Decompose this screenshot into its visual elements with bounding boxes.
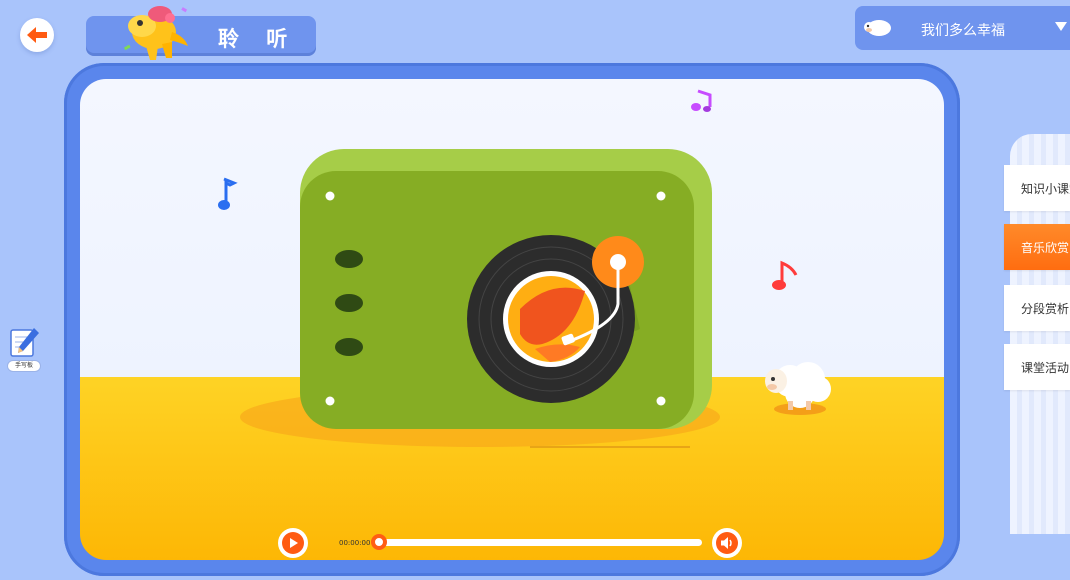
page-title: 聆 听	[218, 27, 298, 51]
side-item-knowledge[interactable]: 知识小课堂	[1004, 165, 1070, 211]
screw	[325, 396, 335, 406]
progress-handle[interactable]	[371, 534, 387, 550]
handwriting-pad-label: 手写板	[7, 360, 41, 372]
side-item-appreciation[interactable]: 音乐欣赏	[1004, 224, 1070, 270]
knob	[335, 338, 363, 356]
stage-frame: 00:00:00	[64, 63, 960, 576]
song-select-dropdown[interactable]: 我们多么幸福	[855, 6, 1070, 50]
play-button[interactable]	[278, 528, 308, 558]
side-item-section-analysis[interactable]: 分段赏析	[1004, 285, 1070, 331]
side-item-label: 分段赏析	[1021, 301, 1070, 316]
handwriting-pad-button[interactable]: 手写板	[6, 324, 42, 374]
record-player-scene	[218, 89, 831, 448]
screw	[325, 191, 335, 201]
sheep-icon	[765, 362, 831, 415]
back-arrow-icon	[27, 27, 47, 43]
pencil-pad-icon	[10, 328, 39, 357]
stage: 00:00:00	[80, 79, 944, 560]
current-time: 00:00:00	[339, 539, 371, 547]
side-item-class-activity[interactable]: 课堂活动	[1004, 344, 1070, 390]
music-note-icon	[218, 177, 238, 210]
progress-bar[interactable]	[376, 539, 702, 546]
knob	[335, 294, 363, 312]
volume-button[interactable]	[712, 528, 742, 558]
side-item-label: 音乐欣赏	[1021, 240, 1070, 255]
dinosaur-mascot-icon	[123, 6, 188, 60]
side-item-label: 课堂活动	[1021, 360, 1070, 375]
chevron-down-icon	[1055, 22, 1067, 31]
section-title-tab: 聆 听	[86, 6, 316, 60]
music-note-icon	[691, 89, 712, 112]
screw	[656, 191, 666, 201]
volume-icon	[716, 532, 738, 554]
knob	[335, 250, 363, 268]
back-button[interactable]	[20, 18, 54, 52]
play-icon	[282, 532, 304, 554]
sheep-icon	[864, 20, 891, 36]
music-note-icon	[772, 260, 798, 290]
side-item-label: 知识小课堂	[1021, 181, 1070, 196]
song-name: 我们多么幸福	[921, 23, 1005, 39]
screw	[656, 396, 666, 406]
